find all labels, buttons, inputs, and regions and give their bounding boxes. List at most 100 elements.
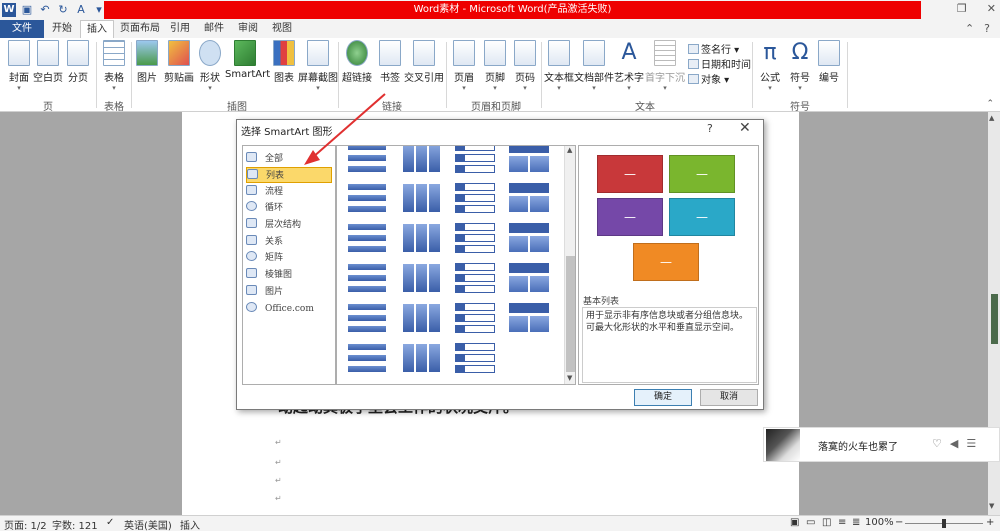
category-relationship[interactable]: 关系 [246, 234, 332, 250]
smartart-layout-thumbnail[interactable] [345, 180, 389, 216]
category-process[interactable]: 流程 [246, 184, 332, 200]
zoom-level[interactable]: 100% [865, 517, 894, 528]
page-number-button[interactable]: 页码 ▾ [508, 40, 542, 96]
insert-mode[interactable]: 插入 [180, 517, 200, 531]
category-office-com[interactable]: Office.com [246, 301, 332, 317]
zoom-in-button[interactable]: + [986, 517, 994, 528]
full-screen-icon[interactable]: ▭ [806, 517, 815, 528]
page-break-button[interactable]: 分页 [61, 40, 95, 96]
cancel-button[interactable]: 取消 [700, 389, 758, 406]
restore-icon[interactable]: ❐ [957, 2, 967, 15]
tab-mailings[interactable]: 邮件 [198, 20, 230, 38]
music-popup[interactable]: 落寞的火车也累了 ♡ ◀ ☰ [763, 427, 1000, 462]
smartart-layout-thumbnail[interactable] [507, 180, 551, 216]
drop-cap-button[interactable]: 首字下沉 ▾ [644, 40, 686, 96]
date-time-button[interactable]: 日期和时间 [688, 56, 751, 71]
gallery-scrollbar[interactable]: ▲ ▼ [564, 146, 575, 384]
gallery-scroll-thumb[interactable] [566, 256, 575, 372]
smartart-layout-thumbnail[interactable] [507, 260, 551, 296]
outline-icon[interactable]: ≡ [838, 517, 846, 528]
category-matrix[interactable]: 矩阵 [246, 250, 332, 266]
smartart-layout-thumbnail[interactable] [507, 220, 551, 256]
chart-button[interactable]: 图表 [267, 40, 301, 96]
heart-icon[interactable]: ♡ [932, 437, 942, 450]
ribbon-collapse-icon[interactable]: ⌃ [965, 22, 974, 35]
dialog-close-icon[interactable]: ✕ [739, 120, 751, 136]
bookmark-button[interactable]: 书签 [373, 40, 407, 96]
smartart-layout-thumbnail[interactable] [399, 220, 443, 256]
smartart-layout-thumbnail[interactable] [345, 260, 389, 296]
smartart-layout-thumbnail[interactable] [345, 300, 389, 336]
zoom-slider[interactable] [905, 519, 983, 528]
gallery-scroll-down-icon[interactable]: ▼ [567, 374, 572, 382]
smartart-layout-thumbnail[interactable] [453, 300, 497, 336]
clip-art-button[interactable]: 剪贴画 [161, 40, 197, 96]
smartart-layout-thumbnail[interactable] [453, 340, 497, 376]
web-layout-icon[interactable]: ◫ [822, 517, 831, 528]
redo-icon[interactable]: ↻ [56, 3, 70, 17]
ok-button[interactable]: 确定 [634, 389, 692, 406]
picture-button[interactable]: 图片 [130, 40, 164, 96]
smartart-layout-thumbnail[interactable] [399, 300, 443, 336]
equation-button[interactable]: π 公式 ▾ [754, 40, 786, 96]
help-icon[interactable]: ? [984, 22, 990, 35]
zoom-slider-knob[interactable] [942, 519, 946, 528]
tab-references[interactable]: 引用 [164, 20, 196, 38]
smartart-layout-thumbnail[interactable] [345, 340, 389, 376]
smartart-layout-thumbnail[interactable] [453, 220, 497, 256]
smartart-layout-thumbnail[interactable] [453, 146, 497, 176]
signature-line-button[interactable]: 签名行 ▾ [688, 41, 739, 56]
numbering-button[interactable]: 编号 [814, 40, 844, 96]
dialog-help-icon[interactable]: ? [707, 122, 713, 135]
category-list-item[interactable]: 列表 [246, 167, 332, 183]
collapse-ribbon-icon[interactable]: ⌃ [986, 99, 994, 109]
category-picture[interactable]: 图片 [246, 284, 332, 300]
tab-view[interactable]: 视图 [266, 20, 298, 38]
category-cycle[interactable]: 循环 [246, 200, 332, 216]
hyperlink-button[interactable]: 超链接 [340, 40, 374, 96]
scroll-up-icon[interactable]: ▲ [989, 114, 994, 122]
smartart-layout-thumbnail[interactable] [453, 260, 497, 296]
page-count[interactable]: 页面: 1/2 [4, 517, 47, 531]
smartart-layout-thumbnail[interactable] [345, 146, 389, 176]
smartart-layout-thumbnail[interactable] [507, 146, 551, 176]
smartart-layout-thumbnail[interactable] [453, 180, 497, 216]
language-indicator[interactable]: 英语(美国) [124, 517, 172, 531]
text-box-button[interactable]: 文本框 ▾ [543, 40, 575, 96]
category-all[interactable]: 全部 [246, 151, 332, 167]
proofing-icon[interactable]: ✓ [106, 517, 114, 528]
smartart-button[interactable]: SmartArt [225, 40, 270, 96]
font-color-icon[interactable]: A [74, 3, 88, 17]
smartart-layout-thumbnail[interactable] [399, 340, 443, 376]
symbol-button[interactable]: Ω 符号 ▾ [785, 40, 815, 96]
undo-icon[interactable]: ↶ [38, 3, 52, 17]
object-button[interactable]: 对象 ▾ [688, 71, 729, 86]
smartart-layout-thumbnail[interactable] [399, 260, 443, 296]
smartart-layout-thumbnail[interactable] [399, 180, 443, 216]
gallery-scroll-up-icon[interactable]: ▲ [567, 146, 572, 154]
word-count[interactable]: 字数: 121 [52, 517, 98, 531]
header-button[interactable]: 页眉 ▾ [447, 40, 481, 96]
quick-parts-button[interactable]: 文档部件 ▾ [574, 40, 614, 96]
tab-file[interactable]: 文件 [0, 20, 44, 38]
shapes-button[interactable]: 形状 ▾ [193, 40, 227, 96]
zoom-out-button[interactable]: − [895, 517, 903, 528]
category-hierarchy[interactable]: 层次结构 [246, 217, 332, 233]
tab-insert[interactable]: 插入 [80, 20, 114, 39]
smartart-layout-thumbnail[interactable] [345, 220, 389, 256]
tab-home[interactable]: 开始 [46, 20, 78, 38]
print-layout-icon[interactable]: ▣ [790, 517, 799, 528]
screenshot-button[interactable]: 屏幕截图 ▾ [297, 40, 339, 96]
scroll-down-icon[interactable]: ▼ [989, 502, 994, 510]
smartart-layout-thumbnail[interactable] [399, 146, 443, 176]
category-pyramid[interactable]: 棱锥图 [246, 267, 332, 283]
blank-page-button[interactable]: 空白页 [31, 40, 65, 96]
menu-icon[interactable]: ☰ [966, 437, 976, 450]
tab-review[interactable]: 审阅 [232, 20, 264, 38]
smartart-layout-thumbnail[interactable] [507, 300, 551, 336]
window-close-icon[interactable]: ✕ [987, 2, 996, 15]
tab-page-layout[interactable]: 页面布局 [114, 20, 166, 38]
save-icon[interactable]: ▣ [20, 3, 34, 17]
table-button[interactable]: 表格 ▾ [97, 40, 131, 96]
draft-icon[interactable]: ≣ [852, 517, 860, 528]
